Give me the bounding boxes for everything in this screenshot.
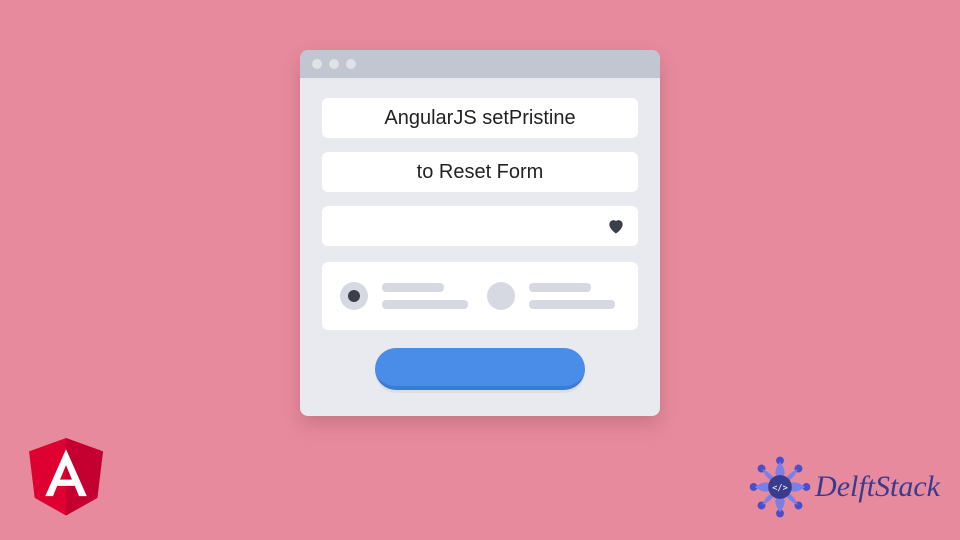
window-dot [346, 59, 356, 69]
radio-group [322, 262, 638, 330]
window-dot [312, 59, 322, 69]
svg-text:</>: </> [772, 483, 788, 493]
radio-label-1 [382, 283, 473, 309]
placeholder-line [382, 300, 468, 309]
title-field-2: to Reset Form [322, 152, 638, 192]
delftstack-brand-text: DelftStack [815, 470, 940, 504]
heart-icon [606, 216, 626, 236]
radio-option-2[interactable] [487, 282, 515, 310]
window-dot [329, 59, 339, 69]
radio-option-1[interactable] [340, 282, 368, 310]
window-body: AngularJS setPristine to Reset Form [300, 78, 660, 416]
submit-row [322, 348, 638, 390]
placeholder-line [529, 283, 591, 292]
window-titlebar [300, 50, 660, 78]
submit-button[interactable] [375, 348, 585, 390]
placeholder-line [382, 283, 444, 292]
radio-label-2 [529, 283, 620, 309]
form-window: AngularJS setPristine to Reset Form [300, 50, 660, 416]
placeholder-line [529, 300, 615, 309]
delftstack-logo: </> DelftStack [747, 454, 940, 520]
title-field-1: AngularJS setPristine [322, 98, 638, 138]
favorite-field[interactable] [322, 206, 638, 246]
delftstack-badge-icon: </> [747, 454, 813, 520]
angular-logo-icon [22, 428, 110, 522]
